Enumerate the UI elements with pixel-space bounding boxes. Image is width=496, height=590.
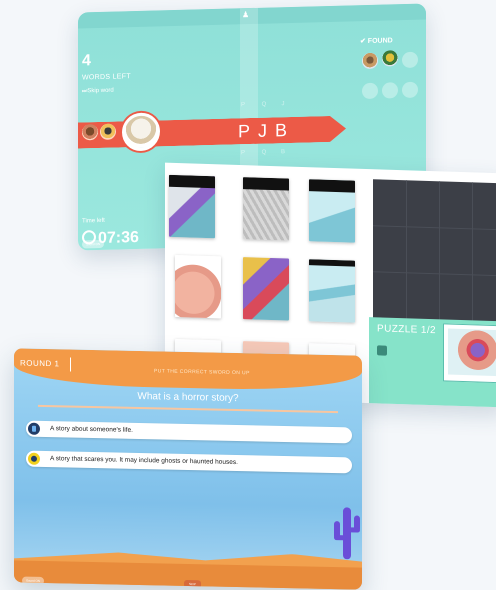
question-text: What is a horror story? bbox=[137, 390, 239, 405]
puzzle-tile[interactable] bbox=[169, 174, 215, 239]
found-label: ✔ FOUND bbox=[360, 37, 393, 46]
board-grid-line bbox=[406, 180, 407, 321]
answer-marker-icon bbox=[28, 452, 40, 465]
upper-letter: P bbox=[240, 102, 245, 109]
empty-word-slot bbox=[402, 81, 418, 99]
found-word-image bbox=[382, 50, 398, 67]
quiz-card: ROUND 1 PUT THE CORRECT SWORD ON UP What… bbox=[14, 348, 362, 590]
time-left-label: Time left bbox=[82, 217, 105, 225]
lower-letter: B bbox=[280, 149, 285, 156]
puzzle-tile[interactable] bbox=[309, 179, 355, 243]
puzzle-tile[interactable] bbox=[243, 257, 289, 321]
skip-word-button[interactable]: ⏭Skip word bbox=[82, 88, 114, 96]
person-icon: ♟ bbox=[242, 10, 250, 20]
empty-word-slot bbox=[402, 51, 418, 69]
upper-letter: Q bbox=[261, 101, 267, 108]
current-letters[interactable]: PJB bbox=[238, 120, 295, 142]
lower-letter: Q bbox=[261, 149, 267, 156]
puzzle-tile[interactable] bbox=[309, 259, 355, 323]
answer-option-2[interactable]: A story that scares you. It may include … bbox=[26, 450, 352, 474]
sound-toggle[interactable]: Sound ON bbox=[82, 239, 105, 249]
round-label: ROUND 1 bbox=[20, 358, 60, 369]
empty-word-slot bbox=[362, 82, 378, 100]
puzzle-board[interactable] bbox=[373, 179, 496, 324]
answer-label: A story that scares you. It may include … bbox=[50, 455, 238, 467]
empty-word-slot bbox=[382, 82, 398, 99]
question-underline bbox=[38, 404, 338, 414]
letter-banner bbox=[78, 116, 346, 149]
answer-label: A story about someone's life. bbox=[50, 425, 133, 434]
puzzle-tile[interactable] bbox=[243, 177, 289, 241]
skip-button[interactable]: SKIP bbox=[184, 579, 201, 589]
puzzle-preview-image bbox=[443, 323, 496, 384]
puzzle-icon bbox=[377, 345, 387, 356]
cactus-icon bbox=[334, 507, 360, 560]
sound-toggle[interactable]: Sound ON bbox=[22, 576, 45, 585]
puzzle-label: PUZZLE 1/2 bbox=[377, 323, 437, 337]
board-grid-line bbox=[439, 181, 440, 322]
board-grid-line bbox=[472, 182, 473, 323]
puzzle-tile[interactable] bbox=[175, 254, 221, 319]
round-divider bbox=[70, 357, 71, 372]
skip-word-label: Skip word bbox=[87, 87, 114, 95]
upper-letter: J bbox=[281, 101, 285, 108]
found-word-image bbox=[362, 52, 378, 70]
lower-letter: P bbox=[240, 150, 245, 157]
words-left-count: 4 bbox=[82, 52, 91, 70]
answer-option-1[interactable]: A story about someone's life. bbox=[26, 420, 352, 444]
words-left-label: WORDS LEFT bbox=[82, 73, 131, 82]
timer-value: 07:36 bbox=[98, 228, 139, 248]
answer-marker-icon bbox=[28, 422, 40, 435]
